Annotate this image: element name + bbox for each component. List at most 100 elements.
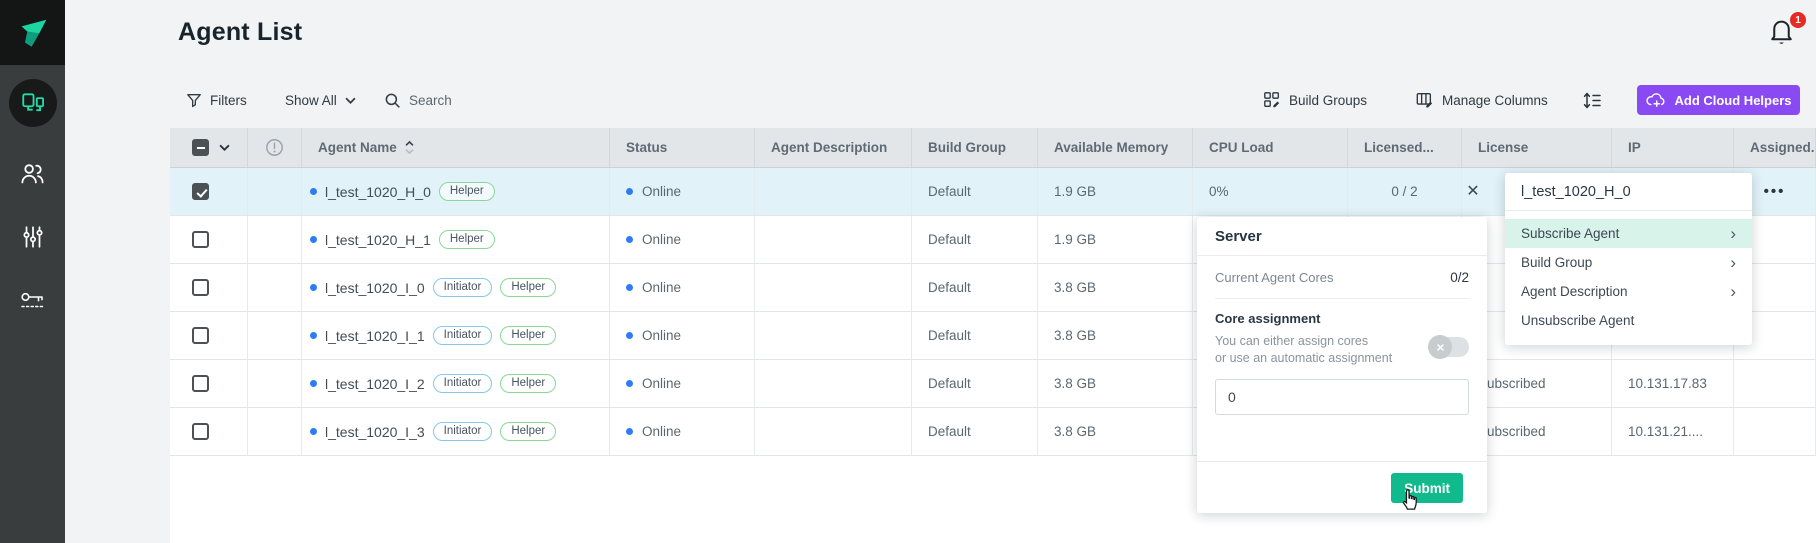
sidebar bbox=[0, 0, 65, 543]
header-assigned[interactable]: Assigned... bbox=[1734, 128, 1816, 167]
agent-dot bbox=[310, 188, 317, 195]
row-checkbox[interactable] bbox=[192, 327, 209, 344]
selection-menu-chevron-icon[interactable] bbox=[219, 144, 230, 151]
manage-columns-button[interactable]: Manage Columns bbox=[1415, 84, 1548, 116]
status-dot bbox=[626, 380, 633, 387]
badge-helper: Helper bbox=[500, 374, 556, 393]
badge-initiator: Initiator bbox=[433, 422, 493, 441]
memory-cell: 1.9 GB bbox=[1038, 216, 1193, 263]
menu-item-build-group[interactable]: Build Group › bbox=[1505, 248, 1752, 277]
header-available-memory[interactable]: Available Memory bbox=[1038, 128, 1193, 167]
badge-helper: Helper bbox=[439, 182, 495, 201]
filters-label: Filters bbox=[210, 93, 247, 108]
agent-name: l_test_1020_H_0 bbox=[325, 184, 431, 200]
divider bbox=[1215, 298, 1469, 299]
cloud-plus-icon bbox=[1645, 92, 1666, 108]
row-checkbox[interactable] bbox=[192, 423, 209, 440]
badge-helper: Helper bbox=[500, 422, 556, 441]
agent-name: l_test_1020_H_1 bbox=[325, 232, 431, 248]
sliders-icon bbox=[20, 224, 46, 250]
sidebar-nav bbox=[0, 65, 65, 333]
close-icon[interactable]: ✕ bbox=[1458, 176, 1488, 206]
row-checkbox[interactable] bbox=[192, 231, 209, 248]
header-license[interactable]: License bbox=[1462, 128, 1612, 167]
menu-item-subscribe-agent[interactable]: Subscribe Agent › bbox=[1505, 219, 1752, 248]
sidebar-item-license[interactable] bbox=[0, 269, 65, 333]
manage-columns-icon bbox=[1415, 91, 1434, 109]
add-cloud-helpers-button[interactable]: Add Cloud Helpers bbox=[1637, 85, 1800, 115]
alert-cell bbox=[248, 216, 302, 263]
incredibuild-logo-icon bbox=[14, 14, 52, 52]
description-cell bbox=[755, 216, 912, 263]
status-label: Online bbox=[642, 232, 681, 247]
key-icon bbox=[19, 289, 47, 313]
current-cores-value: 0/2 bbox=[1450, 270, 1469, 285]
select-all-checkbox[interactable] bbox=[192, 139, 209, 156]
alert-cell bbox=[248, 408, 302, 455]
table-header-row: Agent Name Status Agent Description Buil… bbox=[170, 128, 1816, 168]
status-label: Online bbox=[642, 376, 681, 391]
toggle-knob-off-icon bbox=[1428, 335, 1452, 359]
header-agent-name[interactable]: Agent Name bbox=[302, 128, 610, 167]
agent-dot bbox=[310, 332, 317, 339]
menu-item-unsubscribe-agent[interactable]: Unsubscribe Agent bbox=[1505, 306, 1752, 335]
header-licensed[interactable]: Licensed... bbox=[1348, 128, 1462, 167]
row-checkbox[interactable] bbox=[192, 375, 209, 392]
row-height-button[interactable] bbox=[1582, 84, 1602, 116]
core-count-input[interactable] bbox=[1215, 379, 1469, 415]
row-checkbox[interactable] bbox=[192, 183, 209, 200]
toolbar: Filters Show All Search Build Groups Man… bbox=[0, 84, 1816, 116]
ip-cell: 10.131.21.... bbox=[1612, 408, 1734, 455]
cpu-cell: 0% bbox=[1193, 168, 1348, 215]
row-checkbox[interactable] bbox=[192, 279, 209, 296]
header-agent-description[interactable]: Agent Description bbox=[755, 128, 912, 167]
status-label: Online bbox=[642, 328, 681, 343]
agent-name: l_test_1020_I_2 bbox=[325, 376, 425, 392]
sidebar-item-users[interactable] bbox=[0, 141, 65, 205]
alert-cell bbox=[248, 360, 302, 407]
header-status[interactable]: Status bbox=[610, 128, 755, 167]
table-row[interactable]: l_test_1020_I_3InitiatorHelper Online De… bbox=[170, 408, 1816, 456]
licensed-cell[interactable]: 0 / 2 bbox=[1348, 168, 1462, 215]
status-dot bbox=[626, 236, 633, 243]
add-cloud-helpers-label: Add Cloud Helpers bbox=[1674, 93, 1791, 108]
build-group-cell: Default bbox=[912, 216, 1038, 263]
status-dot bbox=[626, 332, 633, 339]
header-build-group[interactable]: Build Group bbox=[912, 128, 1038, 167]
build-groups-icon bbox=[1263, 91, 1281, 109]
build-groups-button[interactable]: Build Groups bbox=[1263, 84, 1367, 116]
row-actions-button[interactable]: ••• bbox=[1764, 183, 1786, 200]
sidebar-item-agents[interactable] bbox=[0, 65, 65, 141]
chevron-right-icon: › bbox=[1730, 283, 1736, 300]
alert-cell bbox=[248, 168, 302, 215]
notifications-button[interactable]: 1 bbox=[1768, 16, 1804, 52]
memory-cell: 3.8 GB bbox=[1038, 312, 1193, 359]
notification-badge: 1 bbox=[1790, 12, 1806, 28]
auto-assignment-toggle[interactable] bbox=[1429, 337, 1469, 357]
memory-cell: 3.8 GB bbox=[1038, 360, 1193, 407]
show-all-dropdown[interactable]: Show All bbox=[285, 84, 356, 116]
badge-initiator: Initiator bbox=[433, 278, 493, 297]
filters-button[interactable]: Filters bbox=[186, 84, 247, 116]
badge-helper: Helper bbox=[500, 326, 556, 345]
menu-item-agent-description[interactable]: Agent Description › bbox=[1505, 277, 1752, 306]
build-group-cell: Default bbox=[912, 408, 1038, 455]
alert-info-icon bbox=[265, 138, 284, 157]
agent-dot bbox=[310, 428, 317, 435]
sort-icon[interactable] bbox=[404, 140, 415, 155]
search-icon bbox=[384, 92, 401, 109]
header-ip[interactable]: IP bbox=[1612, 128, 1734, 167]
manage-columns-label: Manage Columns bbox=[1442, 93, 1548, 108]
badge-initiator: Initiator bbox=[433, 374, 493, 393]
description-cell bbox=[755, 168, 912, 215]
table-row[interactable]: l_test_1020_I_2InitiatorHelper Online De… bbox=[170, 360, 1816, 408]
description-cell bbox=[755, 360, 912, 407]
incredibuild-logo[interactable] bbox=[0, 0, 65, 65]
submit-button[interactable]: Submit bbox=[1391, 473, 1463, 503]
search-control[interactable]: Search bbox=[384, 84, 452, 116]
header-cpu-load[interactable]: CPU Load bbox=[1193, 128, 1348, 167]
alert-cell bbox=[248, 312, 302, 359]
sidebar-item-settings[interactable] bbox=[0, 205, 65, 269]
popup-title: Server bbox=[1197, 217, 1487, 256]
sort-rows-icon bbox=[1582, 91, 1602, 110]
